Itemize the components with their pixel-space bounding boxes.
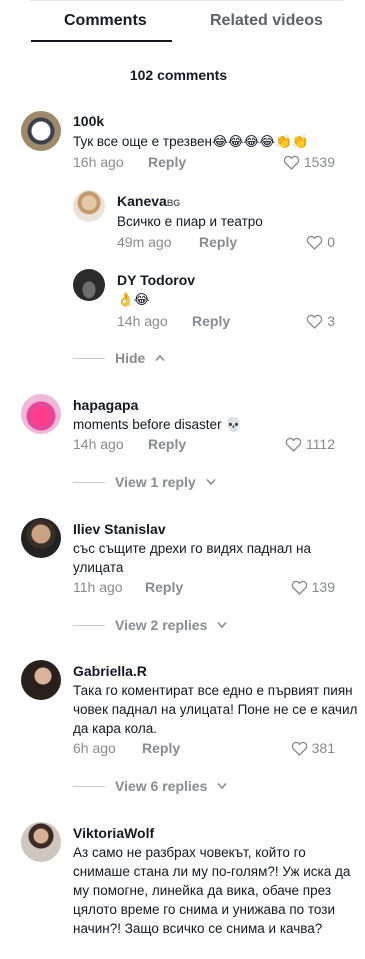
like-count: 3 bbox=[327, 313, 335, 329]
divider bbox=[73, 481, 105, 483]
comment-username[interactable]: ViktoriaWolf bbox=[73, 825, 154, 841]
comment-text: Всичко е пиар и театро bbox=[117, 214, 263, 229]
heart-outline-icon bbox=[306, 235, 323, 250]
comment-username[interactable]: hapagapa bbox=[73, 397, 138, 413]
heart-outline-icon bbox=[283, 155, 300, 170]
comment-text: Аз само не разбрах човекът, който го сни… bbox=[73, 845, 351, 936]
reply-button[interactable]: Reply bbox=[145, 579, 183, 595]
like-count: 0 bbox=[327, 234, 335, 250]
avatar[interactable] bbox=[21, 518, 61, 558]
avatar[interactable] bbox=[21, 822, 61, 862]
view-replies-button[interactable]: View 2 replies bbox=[73, 617, 227, 633]
comment-username[interactable]: 100k bbox=[73, 113, 104, 129]
divider bbox=[73, 785, 105, 787]
comment-text: moments before disaster 💀 bbox=[73, 417, 243, 433]
view-replies-button[interactable]: View 1 reply bbox=[73, 474, 216, 490]
comment-text: 👌😂 bbox=[117, 292, 150, 307]
comment-time: 49m ago bbox=[117, 234, 172, 250]
reply-button[interactable]: Reply bbox=[199, 234, 237, 250]
avatar[interactable] bbox=[73, 269, 105, 301]
tab-related-videos[interactable]: Related videos bbox=[210, 12, 323, 30]
chevron-down-icon bbox=[217, 782, 227, 790]
heart-outline-icon bbox=[291, 580, 307, 595]
reply-button[interactable]: Reply bbox=[192, 313, 230, 329]
like-button[interactable]: 3 bbox=[306, 313, 335, 329]
like-button[interactable]: 139 bbox=[291, 579, 335, 595]
comment-username[interactable]: KanevaBG bbox=[117, 193, 180, 209]
reply-button[interactable]: Reply bbox=[148, 154, 186, 170]
like-count: 381 bbox=[311, 740, 335, 756]
comment-time: 14h ago bbox=[117, 313, 168, 329]
reply-button[interactable]: Reply bbox=[142, 740, 180, 756]
chevron-up-icon bbox=[155, 354, 165, 362]
tab-bar: Comments Related videos bbox=[0, 8, 365, 42]
view-replies-button[interactable]: View 6 replies bbox=[73, 778, 227, 794]
like-button[interactable]: 1112 bbox=[285, 436, 335, 452]
comment-count: 102 comments bbox=[129, 67, 228, 83]
avatar[interactable] bbox=[73, 190, 105, 222]
heart-outline-icon bbox=[291, 741, 307, 756]
chevron-down-icon bbox=[206, 478, 216, 486]
divider bbox=[73, 624, 105, 626]
avatar[interactable] bbox=[21, 394, 61, 434]
like-count: 139 bbox=[311, 579, 335, 595]
like-button[interactable]: 1539 bbox=[283, 154, 335, 170]
comment-text: със същите дрехи го видях паднал на улиц… bbox=[73, 541, 311, 575]
heart-outline-icon bbox=[285, 437, 302, 452]
like-count: 1539 bbox=[303, 154, 335, 170]
divider bbox=[73, 357, 105, 359]
heart-outline-icon bbox=[306, 314, 323, 329]
avatar[interactable] bbox=[21, 660, 61, 700]
comment-text: Така го коментират все едно е първият пи… bbox=[73, 683, 358, 736]
tab-comments[interactable]: Comments bbox=[64, 12, 147, 30]
comment-time: 6h ago bbox=[73, 740, 116, 756]
reply-button[interactable]: Reply bbox=[148, 436, 186, 452]
comment-time: 14h ago bbox=[73, 436, 124, 452]
comment-time: 16h ago bbox=[73, 154, 124, 170]
comment-username[interactable]: DY Todorov bbox=[117, 272, 195, 288]
like-button[interactable]: 0 bbox=[306, 234, 335, 250]
like-count: 1112 bbox=[305, 436, 335, 452]
chevron-down-icon bbox=[217, 621, 227, 629]
active-tab-indicator bbox=[31, 40, 172, 42]
comment-username[interactable]: Iliev Stanislav bbox=[73, 521, 166, 537]
comment-text: Тук все още е трезвен😂😂😂😂👏👏 bbox=[73, 134, 309, 150]
comment-username[interactable]: Gabriella.R bbox=[73, 663, 147, 679]
hide-replies-button[interactable]: Hide bbox=[73, 350, 165, 366]
top-divider bbox=[30, 0, 343, 1]
like-button[interactable]: 381 bbox=[291, 740, 335, 756]
comment-time: 11h ago bbox=[73, 579, 123, 595]
avatar[interactable] bbox=[21, 111, 61, 151]
